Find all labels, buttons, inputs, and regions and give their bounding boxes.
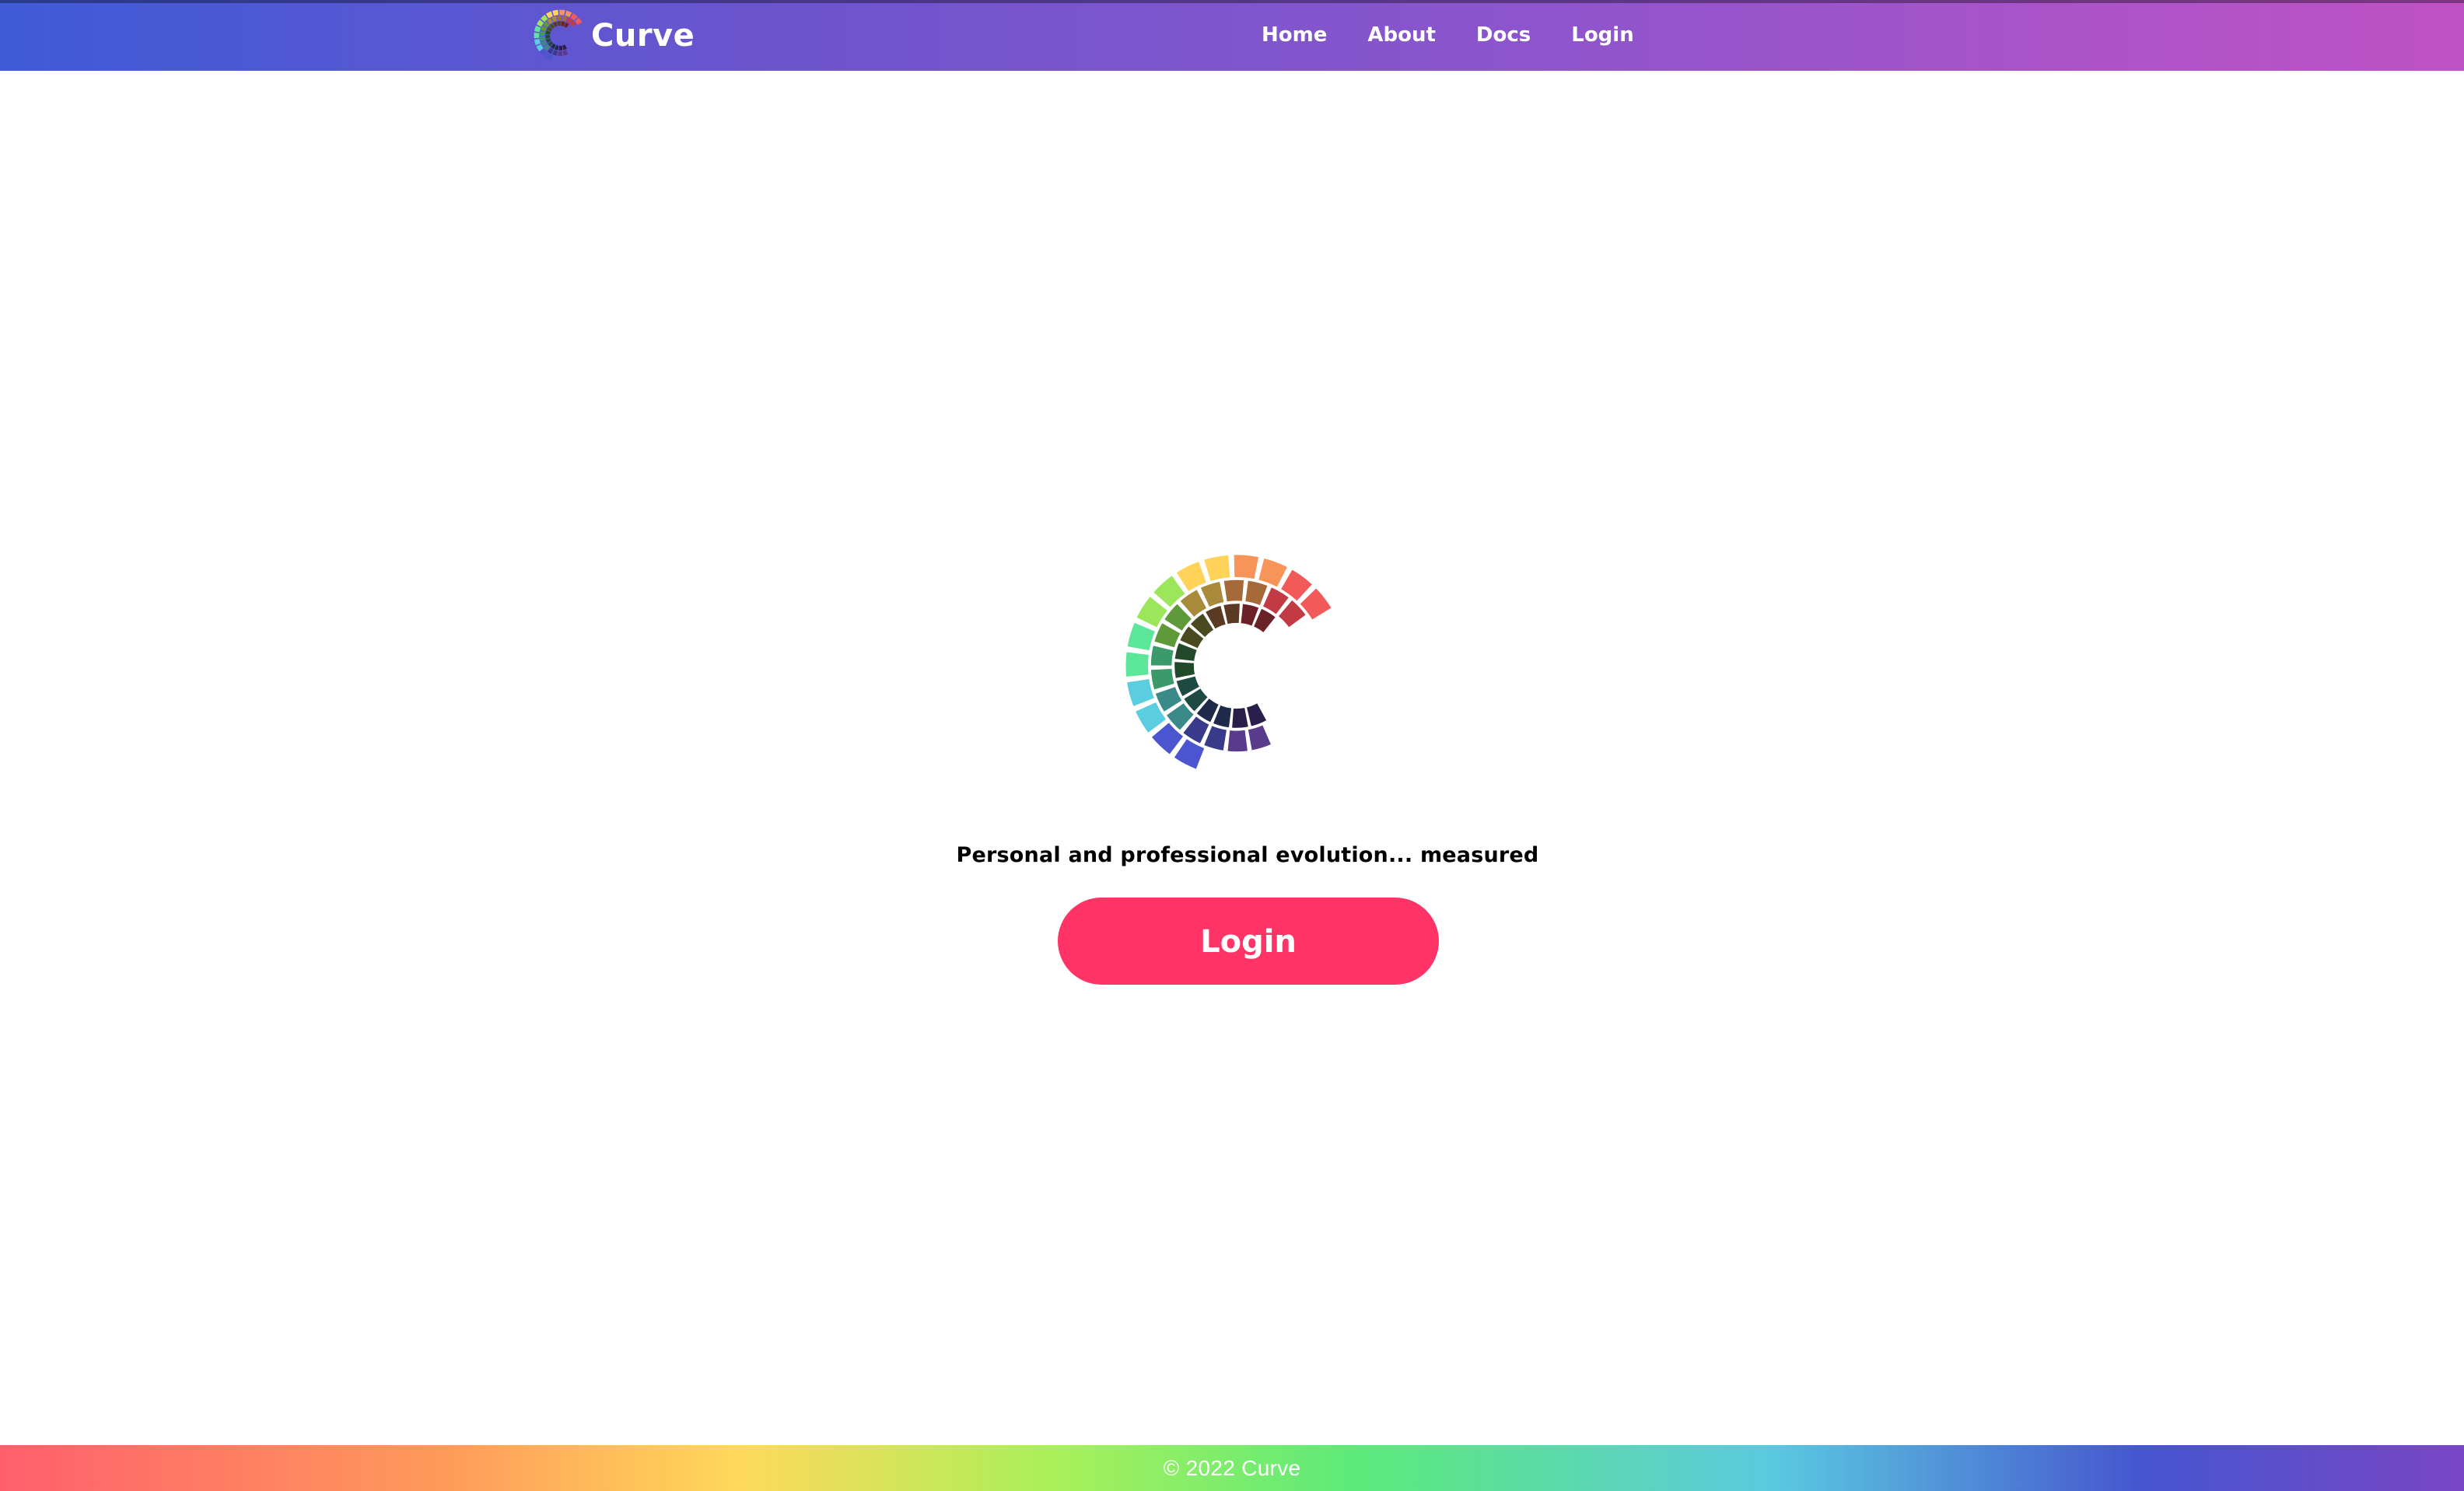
- logo-segment: [1176, 562, 1206, 592]
- logo-segment: [1223, 604, 1240, 625]
- nav-docs-link[interactable]: Docs: [1456, 0, 1551, 71]
- logo-segment: [1227, 730, 1248, 752]
- logo-segment: [540, 14, 548, 23]
- logo-segment: [552, 50, 558, 56]
- logo-segment: [1127, 622, 1155, 651]
- logo-segment: [1150, 646, 1174, 666]
- logo-segment: [1234, 555, 1259, 579]
- logo-segment: [1232, 708, 1248, 728]
- logo-segment: [1174, 662, 1195, 678]
- logo-segment: [545, 53, 553, 61]
- logo-segment: [534, 32, 540, 39]
- logo-segment: [557, 16, 562, 21]
- nav-login-link[interactable]: Login: [1551, 0, 1654, 71]
- login-button[interactable]: Login: [1058, 898, 1439, 985]
- logo-segment: [1258, 558, 1287, 587]
- logo-segment: [564, 22, 569, 28]
- logo-segment: [545, 11, 553, 19]
- logo-segment: [540, 36, 546, 42]
- logo-segment: [1204, 726, 1227, 751]
- logo-segment: [558, 45, 563, 51]
- logo-segment: [551, 16, 558, 23]
- logo-segment: [1200, 582, 1224, 607]
- logo-segment: [534, 39, 541, 46]
- top-navbar: Curve Home About Docs Login: [0, 0, 2464, 71]
- main-nav: Home About Docs Login: [1241, 0, 1654, 71]
- logo-segment: [1223, 579, 1244, 602]
- logo-segment: [1248, 725, 1271, 751]
- logo-segment: [1254, 608, 1276, 632]
- brand-name: Curve: [591, 18, 695, 54]
- logo-segment: [1136, 597, 1167, 628]
- curve-hero-logo-icon: [1125, 555, 1332, 769]
- logo-segment: [1204, 555, 1230, 582]
- logo-segment: [1174, 739, 1205, 769]
- logo-segment: [536, 19, 544, 27]
- logo-segment: [1246, 703, 1267, 726]
- logo-segment: [1150, 669, 1174, 690]
- logo-segment: [534, 26, 541, 33]
- brand[interactable]: Curve: [532, 8, 695, 64]
- logo-segment: [1125, 652, 1149, 677]
- logo-segment: [562, 50, 569, 56]
- logo-segment: [1153, 576, 1185, 607]
- curve-logo-icon: [534, 9, 583, 61]
- logo-segment: [1136, 702, 1167, 733]
- footer: © 2022 Curve: [0, 1445, 2464, 1491]
- logo-segment: [557, 21, 561, 26]
- footer-copyright: © 2022 Curve: [1163, 1455, 1301, 1480]
- nav-home-link[interactable]: Home: [1241, 0, 1347, 71]
- logo-segment: [558, 51, 563, 56]
- logo-segment: [536, 44, 544, 52]
- logo-segment: [559, 9, 565, 16]
- logo-segment: [545, 34, 551, 39]
- nav-about-link[interactable]: About: [1347, 0, 1456, 71]
- logo-segment: [1127, 679, 1154, 706]
- logo-segment: [540, 30, 545, 36]
- logo-segment: [562, 44, 567, 51]
- tagline: Personal and professional evolution... m…: [956, 843, 1539, 867]
- logo-segment: [562, 16, 568, 22]
- logo-segment: [1245, 580, 1268, 605]
- logo-segment: [565, 10, 572, 18]
- logo-segment: [552, 9, 558, 16]
